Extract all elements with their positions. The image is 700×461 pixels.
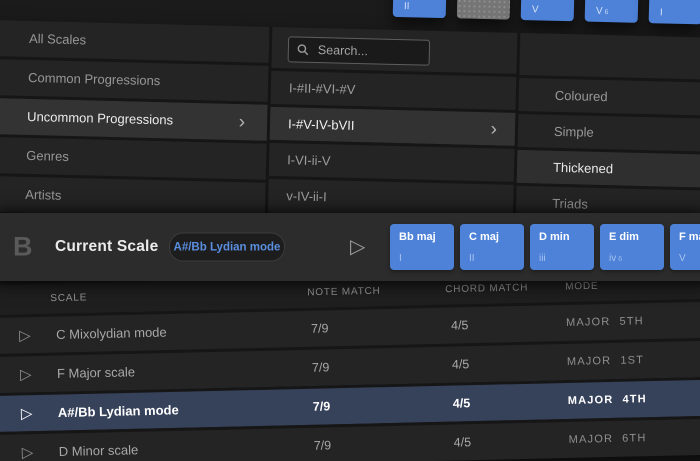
note-match-cell: 7/9 xyxy=(312,360,330,374)
progression-label: v-IV-ii-I xyxy=(286,188,327,204)
mode-cell: MAJOR5TH xyxy=(566,315,644,329)
chord-pad[interactable]: E dim iv6 xyxy=(600,224,664,270)
chord-strip-pad[interactable]: V6 xyxy=(585,0,639,23)
chord-strip-pad[interactable] xyxy=(457,0,511,20)
progression-label: I-VI-ii-V xyxy=(287,152,331,168)
chord-numeral-label: II xyxy=(469,253,477,264)
category-label: Uncommon Progressions xyxy=(27,109,173,128)
search-input[interactable] xyxy=(316,42,421,61)
chord-strip-pad[interactable]: V xyxy=(521,0,575,21)
play-row-button[interactable] xyxy=(20,365,32,383)
chord-numeral-label: I xyxy=(399,253,404,264)
chord-match-cell: 4/5 xyxy=(453,396,471,410)
progression-label: I-#II-#VI-#V xyxy=(289,80,356,97)
variation-label: Simple xyxy=(554,124,594,140)
play-scale-button[interactable] xyxy=(350,237,365,257)
category-item[interactable]: Common Progressions xyxy=(0,59,268,105)
search-box[interactable] xyxy=(288,36,431,65)
scale-name-cell: F Major scale xyxy=(57,364,135,381)
plugin-window: II V V6 I All Scales Common Progress xyxy=(0,0,700,461)
scale-name-cell: D Minor scale xyxy=(59,442,139,459)
progression-column: I-#II-#VI-#V I-#V-IV-bVII I-VI-ii-V v-IV… xyxy=(268,27,521,229)
chord-strip-pad[interactable]: II xyxy=(393,0,447,18)
play-row-button[interactable] xyxy=(19,326,31,344)
scale-chord-pads: Bb maj I C maj II D min iii E dim iv6 F … xyxy=(390,224,700,270)
progression-item[interactable]: v-IV-ii-I xyxy=(268,176,514,218)
note-match-cell: 7/9 xyxy=(313,399,331,413)
category-label: Artists xyxy=(25,187,61,203)
mode-cell: MAJOR1ST xyxy=(567,354,645,368)
chord-name-label: C maj xyxy=(469,231,499,243)
chord-match-cell: 4/5 xyxy=(454,435,472,449)
search-icon xyxy=(297,44,309,56)
chord-match-cell: 4/5 xyxy=(452,357,470,371)
play-row-button[interactable] xyxy=(21,404,33,422)
category-list: All Scales Common Progressions Uncommon … xyxy=(0,20,272,223)
search-area xyxy=(271,27,517,74)
note-match-cell: 7/9 xyxy=(311,321,329,335)
column-header-chord-match: CHORD MATCH xyxy=(445,282,528,295)
mode-cell: MAJOR6TH xyxy=(569,432,647,446)
browse-panel: All Scales Common Progressions Uncommon … xyxy=(0,20,700,235)
brand-logo: B xyxy=(13,232,33,263)
scale-results-table: SCALE NOTE MATCH CHORD MATCH MODE C Mixo… xyxy=(0,267,700,461)
note-match-cell: 7/9 xyxy=(314,438,332,452)
chevron-right-icon xyxy=(239,113,246,132)
chord-strip-pad[interactable]: I xyxy=(649,0,700,24)
scale-selector-value: A#/Bb Lydian mode xyxy=(174,241,281,253)
variation-label: Triads xyxy=(552,196,588,212)
column-header-mode: MODE xyxy=(565,281,598,293)
column-header-note-match: NOTE MATCH xyxy=(307,286,381,299)
category-item[interactable]: Genres xyxy=(0,137,267,183)
chord-name-label: D min xyxy=(539,231,570,243)
progression-item[interactable]: I-#II-#VI-#V xyxy=(271,68,517,110)
chord-name-label: F maj xyxy=(679,231,700,243)
chord-numeral-label: iv6 xyxy=(609,253,622,264)
chord-numeral-label: V xyxy=(679,253,688,264)
chord-numeral-label: iii xyxy=(539,253,548,264)
scale-name-cell: A#/Bb Lydian mode xyxy=(58,402,179,420)
chord-numeral-label xyxy=(468,3,470,14)
chord-numeral-label: V xyxy=(532,4,541,15)
progression-list: I-#II-#VI-#V I-#V-IV-bVII I-VI-ii-V v-IV… xyxy=(268,68,516,218)
chord-pad[interactable]: C maj II xyxy=(460,224,524,270)
progression-label: I-#V-IV-bVII xyxy=(288,116,355,133)
category-label: Genres xyxy=(26,148,69,164)
chord-pad[interactable]: D min iii xyxy=(530,224,594,270)
chord-numeral-label: I xyxy=(660,7,665,18)
chord-numeral-label: V6 xyxy=(596,6,609,17)
variation-label: Thickened xyxy=(553,160,613,176)
current-scale-band: B Current Scale A#/Bb Lydian mode Bb maj… xyxy=(0,213,700,281)
play-row-button[interactable] xyxy=(22,443,34,461)
chord-name-label: Bb maj xyxy=(399,231,436,243)
chord-strip: II V V6 I xyxy=(393,0,700,24)
current-scale-title: Current Scale xyxy=(55,238,158,256)
variation-label: Coloured xyxy=(555,88,608,104)
scale-name-cell: C Mixolydian mode xyxy=(56,325,167,343)
category-item[interactable]: Uncommon Progressions xyxy=(0,98,268,144)
column-header-scale: SCALE xyxy=(50,292,87,304)
progression-item[interactable]: I-VI-ii-V xyxy=(269,140,515,182)
chevron-right-icon xyxy=(490,119,497,138)
chord-match-cell: 4/5 xyxy=(451,318,469,332)
chord-pad[interactable]: Bb maj I xyxy=(390,224,454,270)
category-label: Common Progressions xyxy=(28,70,161,88)
mode-cell: MAJOR4TH xyxy=(568,393,647,407)
table-body: C Mixolydian mode 7/9 4/5 MAJOR5TH F Maj… xyxy=(0,297,700,461)
category-item[interactable]: All Scales xyxy=(0,20,269,66)
category-label: All Scales xyxy=(29,31,86,47)
variation-list: Coloured Simple Thickened Triads xyxy=(516,33,700,235)
chord-numeral-label: II xyxy=(404,1,412,12)
chord-name-label: E dim xyxy=(609,231,639,243)
progression-item[interactable]: I-#V-IV-bVII xyxy=(270,104,516,146)
chord-pad[interactable]: F maj V xyxy=(670,224,700,270)
scale-selector[interactable]: A#/Bb Lydian mode xyxy=(169,233,285,262)
